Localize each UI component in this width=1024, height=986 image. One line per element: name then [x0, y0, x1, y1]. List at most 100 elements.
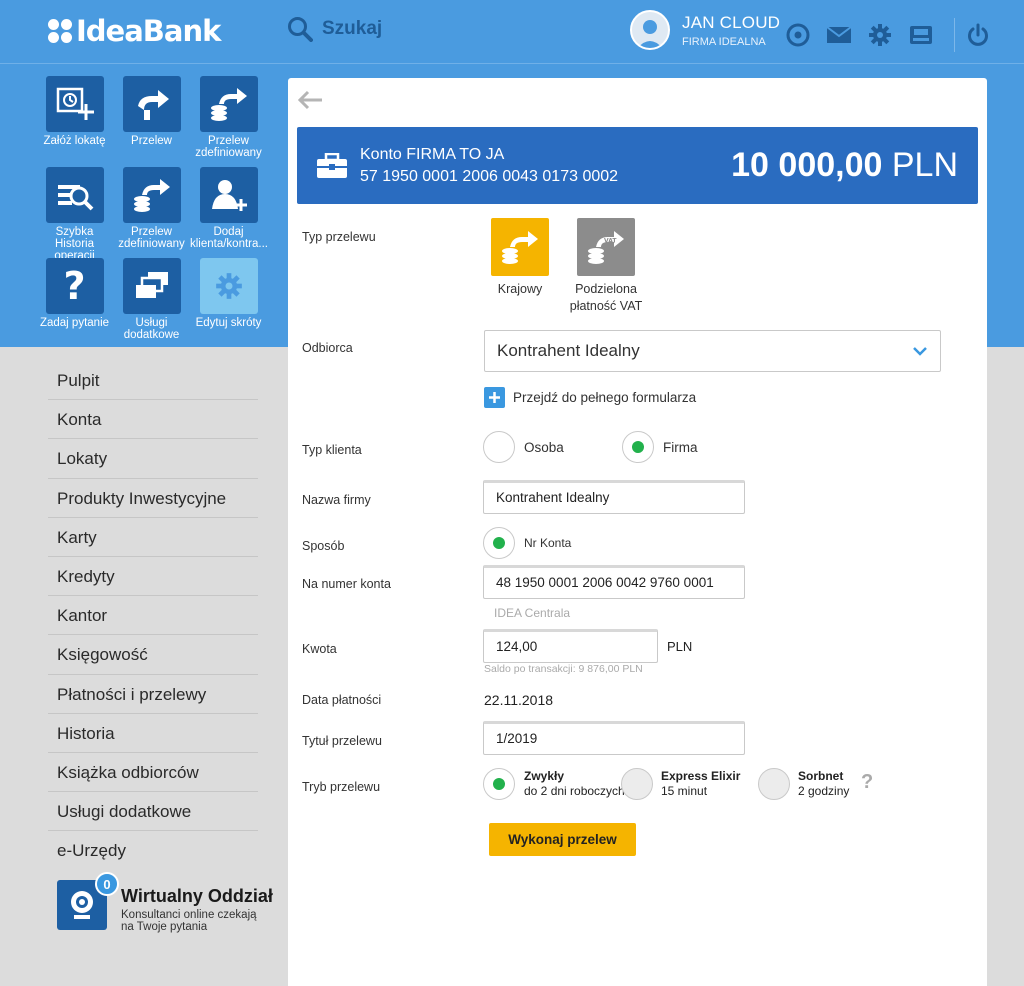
shortcut-label: Przelew zdefiniowany: [118, 226, 185, 250]
transfer-title-label: Tytuł przelewu: [302, 734, 382, 748]
shortcut-defined-transfer-2[interactable]: Przelew zdefiniowany: [113, 167, 190, 250]
account-number: 57 1950 0001 2006 0043 0173 0002: [360, 168, 619, 185]
mode-express-label: Express Elixir 15 minut: [661, 769, 740, 799]
domestic-transfer-icon: [502, 231, 538, 264]
search-box[interactable]: Szukaj: [287, 16, 382, 42]
shortcut-quick-history[interactable]: Szybka Historia operacji: [36, 167, 113, 262]
shortcut-transfer[interactable]: Przelew: [113, 76, 190, 147]
mode-standard-desc: do 2 dni roboczych: [524, 784, 625, 798]
settings-gear-icon[interactable]: [867, 22, 893, 48]
shortcut-edit-shortcuts[interactable]: Edytuj skróty: [190, 258, 267, 329]
target-icon[interactable]: [785, 22, 811, 48]
transfer-type-split-vat-label: Podzielona płatność VAT: [569, 282, 643, 313]
sidebar-item-investments[interactable]: Produkty Inwestycyjne: [48, 479, 258, 518]
logout-power-icon[interactable]: [965, 22, 991, 48]
transfer-type-split-vat[interactable]: VAT: [577, 218, 635, 276]
transfer-type-domestic[interactable]: [491, 218, 549, 276]
recipient-value: Kontrahent Idealny: [497, 341, 640, 360]
virtual-branch-title: Wirtualny Oddział: [121, 886, 273, 906]
balance-after-hint: Saldo po transakcji: 9 876,00 PLN: [484, 663, 643, 675]
full-form-link-text: Przejdź do pełnego formularza: [513, 390, 697, 405]
recipient-label: Odbiorca: [302, 341, 353, 355]
radio-client-person[interactable]: [483, 431, 515, 463]
sidebar-item-konta[interactable]: Konta: [48, 400, 258, 440]
virtual-branch-subtitle: Konsultanci online czekają na Twoje pyta…: [121, 909, 257, 933]
sidebar-item-kantor[interactable]: Kantor: [48, 596, 258, 636]
sidebar-item-recipients[interactable]: Książka odbiorców: [48, 753, 258, 793]
mail-icon[interactable]: [826, 22, 852, 48]
sidebar-item-history[interactable]: Historia: [48, 714, 258, 753]
inbox-icon[interactable]: [908, 22, 934, 48]
transfer-panel: Konto FIRMA TO JA 57 1950 0001 2006 0043…: [288, 78, 987, 986]
shortcut-defined-transfer[interactable]: Przelew zdefiniowany: [190, 76, 267, 159]
shortcut-add-client[interactable]: Dodaj klienta/kontra...: [190, 167, 268, 250]
virtual-branch-badge: 0: [95, 872, 119, 896]
radio-mode-express-elixir[interactable]: [621, 768, 653, 800]
shortcut-ask-question[interactable]: ? Zadaj pytanie: [36, 258, 113, 329]
mode-standard-label: Zwykły do 2 dni roboczych: [524, 769, 625, 799]
chevron-down-icon: [913, 347, 927, 356]
sidebar-item-pulpit[interactable]: Pulpit: [48, 361, 258, 401]
sidebar-item-extra-services[interactable]: Usługi dodatkowe: [48, 792, 258, 832]
client-company-label: Firma: [663, 440, 698, 455]
radio-method-account-number[interactable]: [483, 527, 515, 559]
briefcase-icon: [317, 153, 347, 178]
mode-express-name: Express Elixir: [661, 769, 741, 783]
mode-express-desc: 15 minut: [661, 784, 708, 798]
amount-field[interactable]: 124,00: [483, 629, 658, 663]
sidebar-item-lokaty[interactable]: Lokaty: [48, 439, 258, 479]
transfer-title-field[interactable]: 1/2019: [483, 721, 745, 755]
ideabank-logo[interactable]: IdeaBank: [48, 14, 221, 48]
search-icon: [288, 17, 313, 42]
user-profile[interactable]: JAN CLOUD FIRMA IDEALNA: [630, 10, 780, 50]
shortcut-label: Załóż lokatę: [43, 135, 106, 147]
client-person-label: Osoba: [524, 440, 564, 455]
search-label: Szukaj: [322, 18, 383, 39]
shortcut-label: Edytuj skróty: [195, 317, 262, 329]
full-form-link[interactable]: Przejdź do pełnego formularza: [484, 387, 696, 408]
account-number-label: Na numer konta: [302, 577, 391, 591]
shortcut-label: Usługi dodatkowe: [123, 317, 180, 341]
question-icon: ?: [45, 258, 104, 314]
help-question-icon[interactable]: ?: [861, 771, 873, 794]
radio-client-company[interactable]: [622, 431, 654, 463]
transfer-type-label: Typ przelewu: [302, 230, 376, 244]
gear-icon: [199, 258, 258, 314]
defined-transfer-icon: [199, 76, 258, 132]
sidebar-item-accounting[interactable]: Księgowość: [48, 635, 258, 675]
sidebar-item-payments[interactable]: Płatności i przelewy: [48, 675, 258, 714]
shortcut-extra-services[interactable]: Usługi dodatkowe: [113, 258, 190, 341]
submit-transfer-button[interactable]: Wykonaj przelew: [489, 823, 636, 856]
radio-mode-sorbnet[interactable]: [758, 768, 790, 800]
cards-icon: [122, 258, 181, 314]
transfer-mode-label: Tryb przelewu: [302, 780, 381, 794]
deposit-icon: [45, 76, 104, 132]
sidebar-item-kredyty[interactable]: Kredyty: [48, 557, 258, 597]
recipient-select[interactable]: Kontrahent Idealny: [484, 330, 941, 372]
plus-icon: [484, 387, 505, 408]
virtual-branch[interactable]: 0 Wirtualny Oddział Konsultanci online c…: [57, 872, 273, 933]
payment-date-value[interactable]: 22.11.2018: [484, 692, 553, 708]
payment-date-label: Data płatności: [302, 693, 382, 707]
method-account-number-label: Nr Konta: [524, 536, 572, 550]
mode-standard-name: Zwykły: [524, 769, 565, 783]
avatar: [630, 10, 670, 50]
client-type-label: Typ klienta: [302, 443, 362, 457]
sidebar-item-e-offices[interactable]: e-Urzędy: [48, 831, 258, 870]
shortcut-deposit[interactable]: Załóż lokatę: [36, 76, 113, 147]
balance-currency: PLN: [891, 146, 958, 184]
logo-dots-icon: [48, 19, 72, 43]
mode-sorbnet-desc: 2 godziny: [798, 784, 850, 798]
account-number-field[interactable]: 48 1950 0001 2006 0042 9760 0001: [483, 565, 745, 599]
sidebar-nav: Pulpit Konta Lokaty Produkty Inwestycyjn…: [48, 361, 258, 870]
history-search-icon: [45, 167, 104, 223]
mode-sorbnet-label: Sorbnet 2 godziny: [798, 769, 849, 799]
sidebar-item-karty[interactable]: Karty: [48, 518, 258, 557]
radio-mode-standard[interactable]: [483, 768, 515, 800]
top-bar: IdeaBank Szukaj JAN CLOUD FIRMA IDEALNA: [0, 0, 1024, 64]
back-arrow-icon[interactable]: [296, 90, 324, 115]
account-header[interactable]: Konto FIRMA TO JA 57 1950 0001 2006 0043…: [297, 127, 978, 204]
shortcut-label: Przelew: [131, 135, 172, 147]
separator: [954, 18, 955, 52]
company-name-field[interactable]: Kontrahent Idealny: [483, 480, 745, 514]
